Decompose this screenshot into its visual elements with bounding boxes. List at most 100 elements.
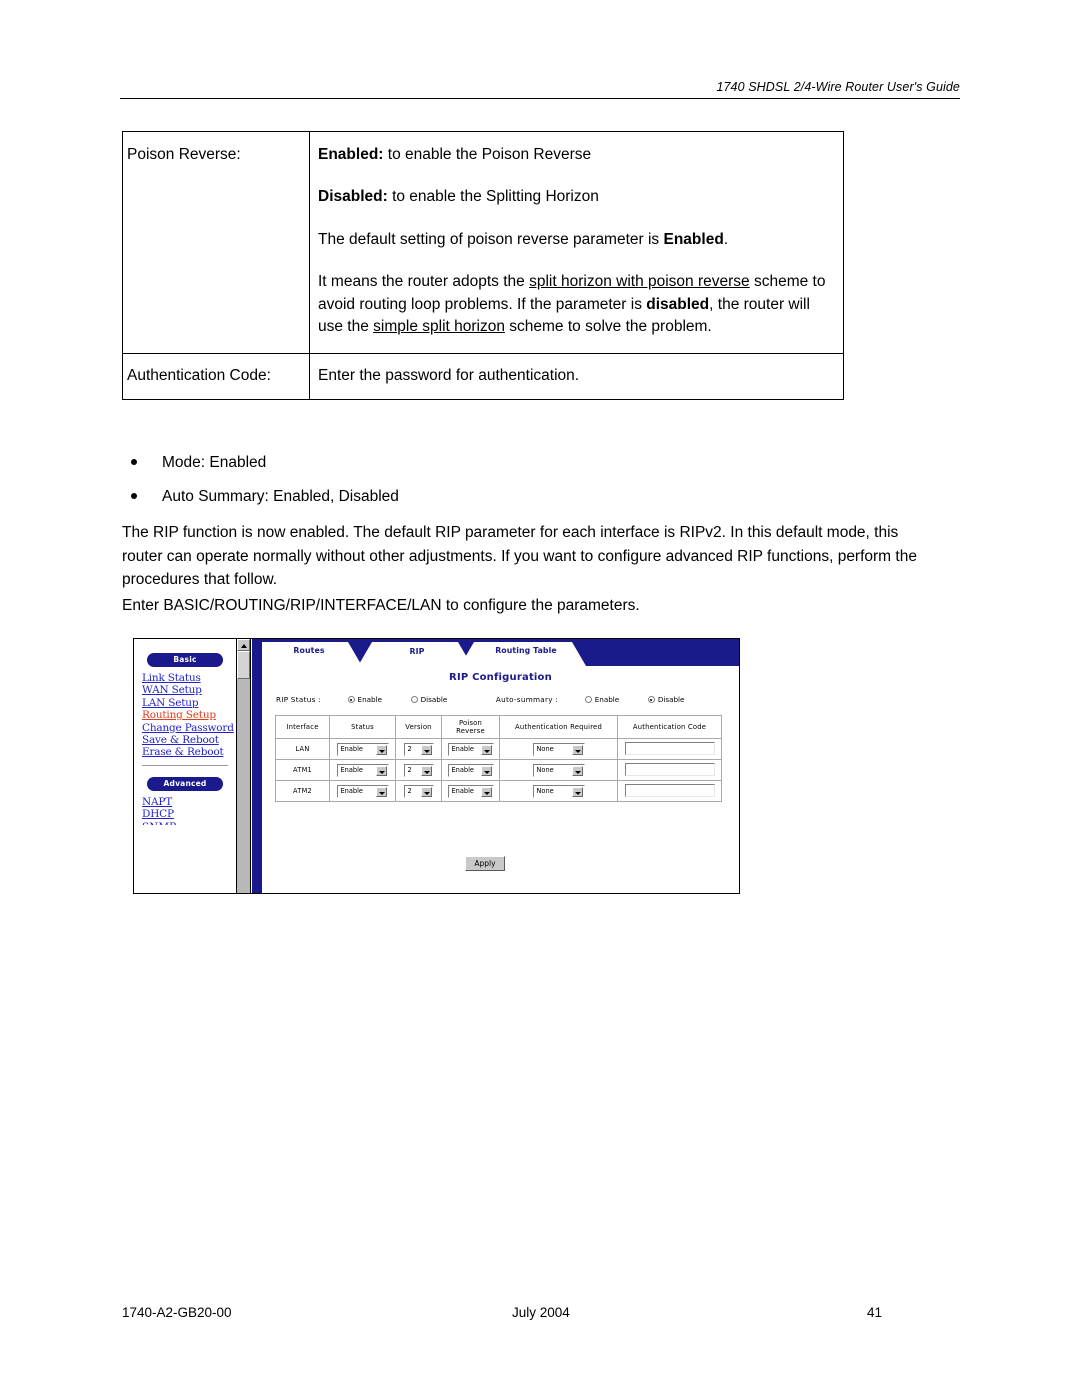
version-dropdown-atm1-value: 2 xyxy=(407,765,412,774)
router-main-panel: Routes RIP Routing Table RIP Configurati… xyxy=(262,639,739,893)
rip-status-enable-radio[interactable] xyxy=(347,696,355,703)
poison-header-line-2: Reverse xyxy=(456,727,485,735)
row-interface-atm2: ATM2 xyxy=(275,780,330,802)
description-paragraph-split-horizon: It means the router adopts the split hor… xyxy=(318,271,835,338)
table-row: ATM1 Enable 2 Enable None xyxy=(275,759,722,781)
rip-status-enable-label: Enable xyxy=(357,695,383,704)
rip-options-row: RIP Status : Enable Disable Auto-summary… xyxy=(276,695,716,704)
enabled-bold-lead: Enabled: xyxy=(318,146,384,163)
auth-required-dropdown-atm2[interactable]: None xyxy=(532,784,585,798)
version-dropdown-lan[interactable]: 2 xyxy=(403,742,434,756)
poison-reverse-dropdown-atm1[interactable]: Enable xyxy=(447,763,494,777)
poison-reverse-dropdown-lan-value: Enable xyxy=(451,744,474,753)
footer-document-number: 1740-A2-GB20-00 xyxy=(122,1305,232,1320)
auth-required-dropdown-atm1[interactable]: None xyxy=(532,763,585,777)
sidebar-item-napt[interactable]: NAPT xyxy=(142,796,236,808)
status-dropdown-atm2-value: Enable xyxy=(340,786,363,795)
page-header: 1740 SHDSL 2/4-Wire Router User's Guide xyxy=(120,78,960,96)
sidebar-item-link-status[interactable]: Link Status xyxy=(142,672,236,684)
list-item-label: Mode: Enabled xyxy=(162,454,267,471)
cell-status-atm1: Enable xyxy=(329,759,396,781)
rip-status-label: RIP Status : xyxy=(276,695,321,704)
status-dropdown-lan[interactable]: Enable xyxy=(336,742,389,756)
cell-auth-code-lan xyxy=(617,738,722,760)
paragraph-rip-intro: The RIP function is now enabled. The def… xyxy=(122,524,917,589)
column-header-authentication-required: Authentication Required xyxy=(499,715,618,739)
poison-reverse-dropdown-atm2-value: Enable xyxy=(451,786,474,795)
chevron-down-icon[interactable] xyxy=(375,765,387,776)
auth-required-dropdown-lan[interactable]: None xyxy=(532,742,585,756)
table-row: LAN Enable 2 Enable None xyxy=(275,738,722,760)
auth-code-input-lan[interactable] xyxy=(624,741,715,755)
bullet-dot-icon xyxy=(131,459,137,465)
auto-summary-enable-radio[interactable] xyxy=(584,696,592,703)
parameter-description-authentication-code: Enter the password for authentication. xyxy=(309,352,844,401)
chevron-down-icon[interactable] xyxy=(420,744,432,755)
rip-status-disable-radio[interactable] xyxy=(410,696,418,703)
auth-code-input-atm2[interactable] xyxy=(624,783,715,797)
sidebar-item-change-password[interactable]: Change Password xyxy=(142,722,236,734)
rip-status-disable-label: Disable xyxy=(420,695,448,704)
cell-version-atm1: 2 xyxy=(395,759,442,781)
sidebar-scrollbar[interactable] xyxy=(237,639,251,893)
chevron-down-icon[interactable] xyxy=(571,744,583,755)
chevron-down-icon[interactable] xyxy=(571,765,583,776)
cell-version-atm2: 2 xyxy=(395,780,442,802)
page-header-title: 1740 SHDSL 2/4-Wire Router User's Guide xyxy=(716,80,960,94)
apply-button[interactable]: Apply xyxy=(465,856,505,871)
sidebar-item-routing-setup[interactable]: Routing Setup xyxy=(142,709,236,721)
sidebar-item-erase-and-reboot[interactable]: Erase & Reboot xyxy=(142,746,236,758)
column-header-poison-reverse: Poison Reverse xyxy=(441,715,500,739)
list-item: Mode: Enabled xyxy=(122,452,882,474)
tab-routes[interactable]: Routes xyxy=(262,642,362,666)
parameter-description-poison-reverse: Enabled: to enable the Poison Reverse Di… xyxy=(309,131,844,354)
scroll-up-arrow-icon[interactable] xyxy=(237,639,250,651)
chevron-down-icon[interactable] xyxy=(375,786,387,797)
chevron-down-icon[interactable] xyxy=(480,744,492,755)
header-rule xyxy=(120,98,960,99)
chevron-down-icon[interactable] xyxy=(480,765,492,776)
sidebar-section-basic: Basic xyxy=(147,653,223,667)
sidebar-item-save-and-reboot[interactable]: Save & Reboot xyxy=(142,734,236,746)
enabled-rest: to enable the Poison Reverse xyxy=(383,146,592,163)
auto-summary-disable-label: Disable xyxy=(657,695,685,704)
chevron-down-icon[interactable] xyxy=(420,765,432,776)
column-header-interface: Interface xyxy=(275,715,330,739)
version-dropdown-atm2[interactable]: 2 xyxy=(403,784,434,798)
sidebar-item-clipped[interactable]: SNMP xyxy=(142,821,236,825)
default-period: . xyxy=(723,230,729,248)
tab-routing-table[interactable]: Routing Table xyxy=(460,642,586,666)
auth-required-dropdown-lan-value: None xyxy=(536,744,554,753)
sidebar-item-wan-setup[interactable]: WAN Setup xyxy=(142,684,236,696)
description-paragraph-disabled: Disabled: to enable the Splitting Horizo… xyxy=(318,186,835,208)
cell-auth-code-atm2 xyxy=(617,780,722,802)
parameter-definition-table: Poison Reverse: Enabled: to enable the P… xyxy=(122,131,844,401)
tab-strip: Routes RIP Routing Table xyxy=(262,639,739,666)
chevron-down-icon[interactable] xyxy=(480,786,492,797)
cell-auth-required-lan: None xyxy=(499,738,618,760)
sidebar-item-lan-setup[interactable]: LAN Setup xyxy=(142,697,236,709)
column-header-version: Version xyxy=(395,715,442,739)
paragraph-enter-path: Enter BASIC/ROUTING/RIP/INTERFACE/LAN to… xyxy=(122,597,640,614)
poison-reverse-dropdown-atm2[interactable]: Enable xyxy=(447,784,494,798)
poison-reverse-dropdown-lan[interactable]: Enable xyxy=(447,742,494,756)
cell-poison-reverse-atm2: Enable xyxy=(441,780,500,802)
row-interface-atm1: ATM1 xyxy=(275,759,330,781)
auth-required-dropdown-atm2-value: None xyxy=(536,786,554,795)
chevron-down-icon[interactable] xyxy=(375,744,387,755)
default-bold-enabled: Enabled xyxy=(663,230,724,248)
table-row: ATM2 Enable 2 Enable None xyxy=(275,780,722,802)
chevron-down-icon[interactable] xyxy=(420,786,432,797)
status-dropdown-atm2[interactable]: Enable xyxy=(336,784,389,798)
scrollbar-thumb[interactable] xyxy=(237,651,250,679)
panel-accent-band xyxy=(252,639,262,893)
apply-button-container: Apply xyxy=(262,851,708,871)
auth-code-input-atm1[interactable] xyxy=(624,762,715,776)
sidebar-item-dhcp[interactable]: DHCP xyxy=(142,808,236,820)
cell-auth-required-atm1: None xyxy=(499,759,618,781)
status-dropdown-atm1[interactable]: Enable xyxy=(336,763,389,777)
auto-summary-disable-radio[interactable] xyxy=(647,696,655,703)
version-dropdown-atm1[interactable]: 2 xyxy=(403,763,434,777)
tab-rip[interactable]: RIP xyxy=(358,642,472,666)
chevron-down-icon[interactable] xyxy=(571,786,583,797)
